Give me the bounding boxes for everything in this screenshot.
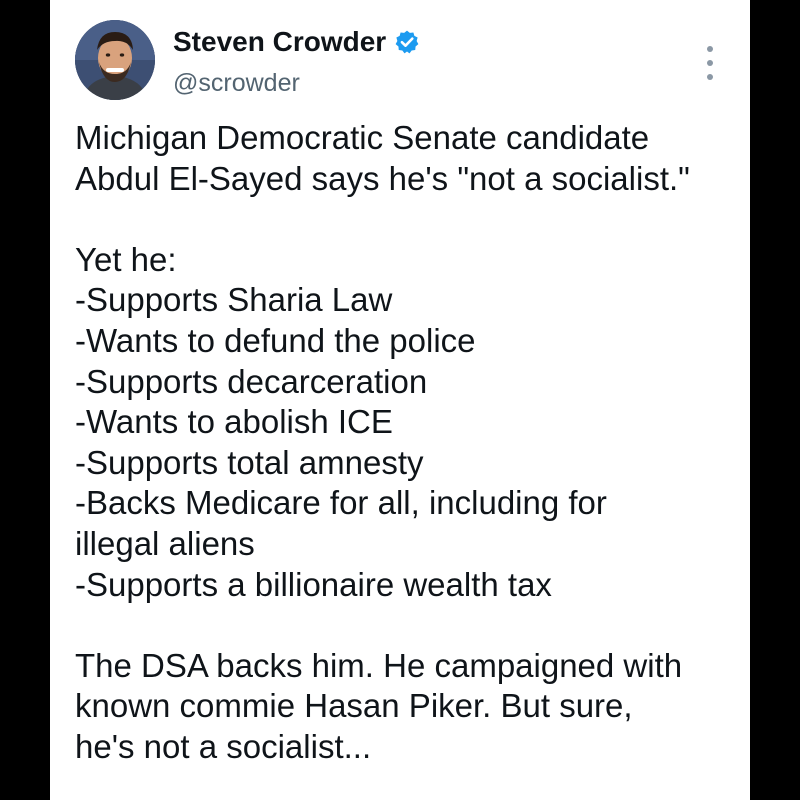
more-options-icon[interactable] xyxy=(700,46,720,80)
author-display-name[interactable]: Steven Crowder xyxy=(173,26,386,58)
profile-photo xyxy=(75,20,155,100)
tweet-text: Michigan Democratic Senate candidate Abd… xyxy=(75,118,735,768)
list-item: -Wants to abolish ICE xyxy=(75,403,393,441)
tweet-line: Michigan Democratic Senate candidate xyxy=(75,119,650,156)
author-handle[interactable]: @scrowder xyxy=(173,68,300,98)
avatar[interactable] xyxy=(75,20,155,100)
tweet-line: known commie Hasan Piker. But sure, xyxy=(75,687,633,725)
list-item: -Backs Medicare for all, including for xyxy=(75,484,607,522)
more-dot xyxy=(707,74,713,80)
image-frame: Steven Crowder @scrowder Michigan Democr… xyxy=(0,0,800,800)
tweet-card: Steven Crowder @scrowder Michigan Democr… xyxy=(50,0,750,800)
list-item: -Supports Sharia Law xyxy=(75,281,393,319)
list-item: -Supports a billionaire wealth tax xyxy=(75,565,552,603)
list-item: -Supports decarceration xyxy=(75,362,428,400)
author-name-row: Steven Crowder xyxy=(173,26,420,58)
tweet-line: he's not a socialist... xyxy=(75,727,372,765)
tweet-line: The DSA backs him. He campaigned with xyxy=(75,646,683,684)
list-item: -Supports total amnesty xyxy=(75,443,424,481)
list-intro: Yet he: xyxy=(75,240,177,278)
tweet-line: Abdul El-Sayed says he's "not a socialis… xyxy=(75,159,690,197)
more-dot xyxy=(707,46,713,52)
verified-badge-icon xyxy=(394,29,420,55)
list-item: -Wants to defund the police xyxy=(75,321,476,359)
list-item-continuation: illegal aliens xyxy=(75,524,255,562)
more-dot xyxy=(707,60,713,66)
